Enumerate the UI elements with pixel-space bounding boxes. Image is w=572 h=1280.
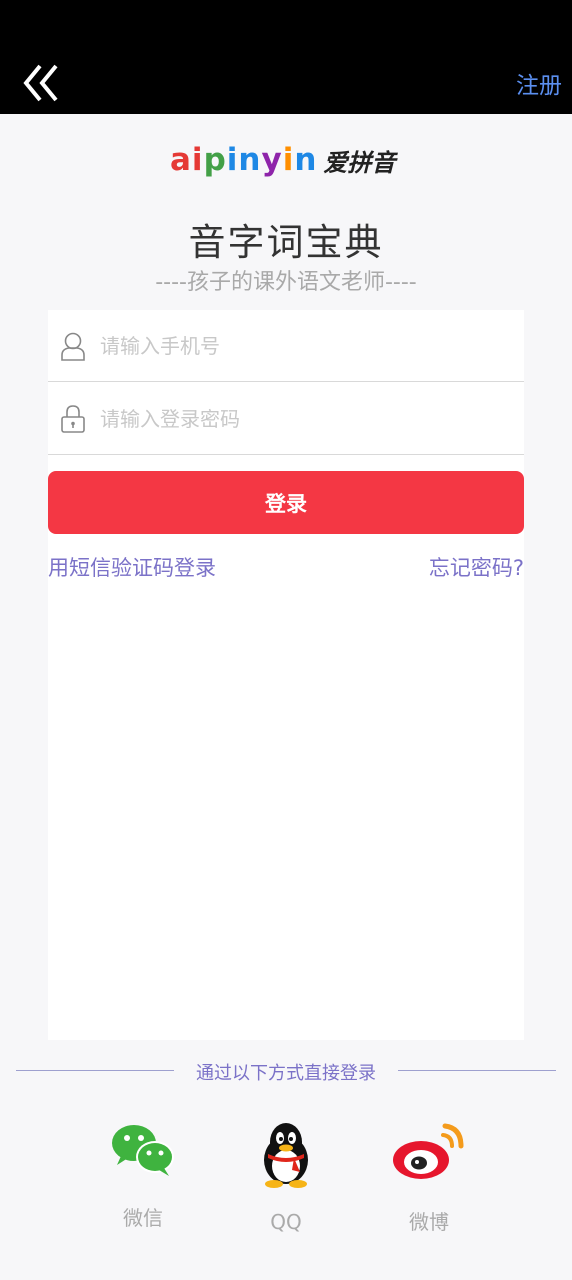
login-button[interactable]: 登录 (48, 471, 524, 534)
app-subtitle: ----孩子的课外语文老师---- (155, 270, 417, 295)
logo-letter: i (282, 142, 295, 178)
weibo-icon (393, 1123, 464, 1179)
register-link[interactable]: 注册 (516, 66, 562, 100)
wechat-label: 微信 (123, 1206, 163, 1230)
logo-letter: n (294, 142, 318, 178)
logo-letter: n (238, 142, 262, 178)
app-logo: aipinyin 爱拼音 (170, 138, 395, 182)
logo-letter: i (191, 142, 204, 178)
weibo-login-button[interactable]: 微博 (389, 1120, 469, 1235)
password-field-row (48, 383, 524, 455)
wechat-login-button[interactable]: 微信 (103, 1120, 183, 1231)
top-bar: 注册 (0, 0, 572, 114)
logo-letter: y (261, 142, 283, 178)
weibo-label: 微博 (409, 1210, 449, 1234)
qq-label: QQ (270, 1210, 302, 1234)
lock-icon (61, 404, 85, 433)
logo-chinese-text: 爱拼音 (323, 147, 396, 177)
sms-login-link[interactable]: 用短信验证码登录 (48, 552, 216, 582)
app-title: 音字词宝典 (188, 221, 384, 264)
qq-login-button[interactable]: QQ (246, 1120, 326, 1234)
wechat-icon (112, 1125, 174, 1176)
logo-letter: a (170, 142, 192, 178)
double-chevron-left-icon (23, 64, 58, 102)
phone-field-row (48, 310, 524, 382)
logo-letter: p (203, 142, 227, 178)
forgot-password-link[interactable]: 忘记密码? (429, 552, 524, 582)
password-input[interactable] (98, 405, 482, 432)
user-icon (61, 332, 85, 361)
logo-letter: i (226, 142, 239, 178)
back-button[interactable] (20, 62, 64, 106)
logo-latin-text: aipinyin (170, 142, 317, 178)
social-login-divider-text: 通过以下方式直接登录 (196, 1063, 376, 1084)
qq-penguin-icon (264, 1123, 308, 1188)
phone-input[interactable] (98, 332, 482, 359)
